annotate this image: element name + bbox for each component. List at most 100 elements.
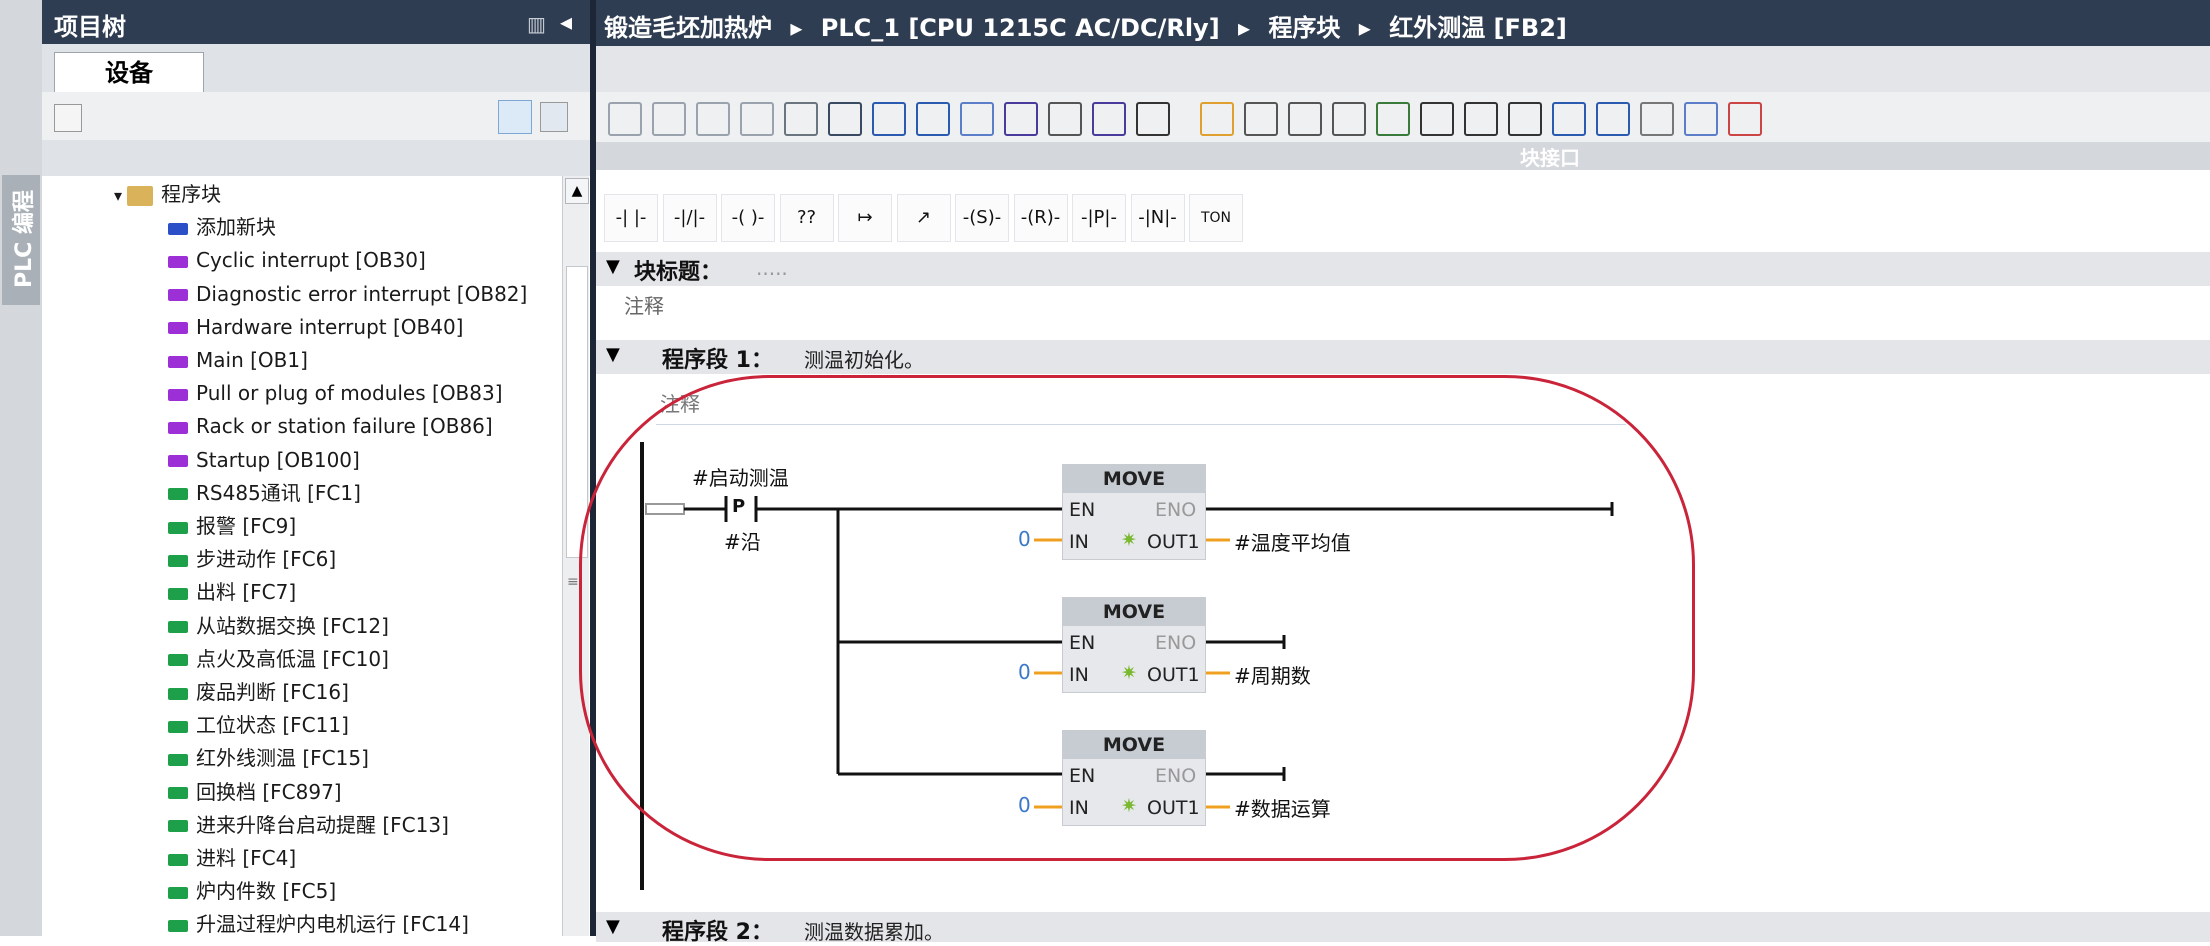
fc-block-icon xyxy=(168,787,188,800)
instruction-button[interactable]: -|N|- xyxy=(1130,194,1185,242)
instruction-button[interactable]: -( )- xyxy=(721,194,775,242)
toolbar-button-icon[interactable] xyxy=(1376,102,1410,136)
tree-item[interactable]: 进料 [FC4] xyxy=(168,842,296,875)
toolbar-button-icon[interactable] xyxy=(1244,102,1278,136)
tree-item-label: 步进动作 [FC6] xyxy=(196,547,337,572)
toolbar-button-icon[interactable] xyxy=(784,102,818,136)
tree-item[interactable]: ▾ 程序块 xyxy=(114,178,221,211)
breadcrumb-sep-icon: ▸ xyxy=(1358,14,1371,42)
tree-item-label: Cyclic interrupt [OB30] xyxy=(196,248,426,273)
tree-item[interactable]: Rack or station failure [OB86] xyxy=(168,410,493,443)
expand-arrow-icon[interactable]: ▼ xyxy=(606,916,620,937)
toolbar-button-icon[interactable] xyxy=(696,102,730,136)
tree-item[interactable]: RS485通讯 [FC1] xyxy=(168,477,361,510)
toolbar-button-icon[interactable] xyxy=(1004,102,1038,136)
toolbar-button-icon[interactable] xyxy=(1464,102,1498,136)
tree-item[interactable]: Hardware interrupt [OB40] xyxy=(168,311,463,344)
tree-item[interactable]: 工位状态 [FC11] xyxy=(168,709,349,742)
expand-arrow-icon[interactable]: ▼ xyxy=(606,344,620,365)
interface-splitter[interactable] xyxy=(596,170,2210,185)
toolbar-button-icon[interactable] xyxy=(872,102,906,136)
tree-list: ▾ 程序块 添加新块 Cyclic interrupt [OB30] Diagnost… xyxy=(42,176,562,936)
toolbar-button-icon[interactable] xyxy=(960,102,994,136)
breadcrumb-block[interactable]: 红外测温 [FB2] xyxy=(1389,14,1567,42)
block-title-value[interactable]: ..... xyxy=(756,256,788,280)
tree-item[interactable]: 进来升降台启动提醒 [FC13] xyxy=(168,809,449,842)
tree-item-label: RS485通讯 [FC1] xyxy=(196,480,361,505)
list-view-icon[interactable] xyxy=(498,100,532,134)
tree-item[interactable]: Cyclic interrupt [OB30] xyxy=(168,244,426,277)
toolbar-button-icon[interactable] xyxy=(1288,102,1322,136)
expand-arrow-icon[interactable]: ▾ xyxy=(114,186,127,205)
scroll-up-icon[interactable]: ▲ xyxy=(565,178,589,204)
instruction-button[interactable]: -(R)- xyxy=(1013,194,1068,242)
split-view-icon[interactable]: ▥ xyxy=(527,12,546,36)
instruction-button[interactable]: -|/|- xyxy=(662,194,717,242)
toolbar-button-icon[interactable] xyxy=(1048,102,1082,136)
tree-spacer xyxy=(42,140,590,176)
tree-item[interactable]: 出料 [FC7] xyxy=(168,576,296,609)
tree-item[interactable]: 步进动作 [FC6] xyxy=(168,543,336,576)
toolbar-button-icon[interactable] xyxy=(1552,102,1586,136)
tree-item[interactable]: 点火及高低温 [FC10] xyxy=(168,643,389,676)
tree-item-label: Diagnostic error interrupt [OB82] xyxy=(196,281,528,306)
toolbar-button-icon[interactable] xyxy=(828,102,862,136)
instruction-button[interactable]: ↗ xyxy=(896,194,951,242)
tree-item-label: 程序块 xyxy=(161,182,222,206)
add-device-icon[interactable] xyxy=(540,102,568,132)
instruction-button[interactable]: TON xyxy=(1189,194,1243,242)
instruction-button[interactable]: -(S)- xyxy=(955,194,1009,242)
project-tree-header: 项目树 ▥ ◂ xyxy=(42,0,590,44)
toolbar-button-icon[interactable] xyxy=(608,102,642,136)
tree-item[interactable]: Diagnostic error interrupt [OB82] xyxy=(168,278,527,311)
breadcrumb-plc[interactable]: PLC_1 [CPU 1215C AC/DC/Rly] xyxy=(821,14,1220,42)
tab-devices[interactable]: 设备 xyxy=(54,52,204,93)
instruction-button[interactable]: -|P|- xyxy=(1072,194,1126,242)
ob-block-icon xyxy=(168,322,188,335)
tree-item-label: 进料 [FC4] xyxy=(196,846,297,870)
tree-item-label: 炉内件数 [FC5] xyxy=(196,879,337,904)
tree-item-label: 从站数据交换 [FC12] xyxy=(196,613,389,638)
tree-item[interactable]: 报警 [FC9] xyxy=(168,510,296,543)
toolbar-button-icon[interactable] xyxy=(652,102,686,136)
tree-item[interactable]: 添加新块 xyxy=(168,211,276,244)
tree-item[interactable]: Startup [OB100] xyxy=(168,444,360,477)
breadcrumb-project[interactable]: 锻造毛坯加热炉 xyxy=(604,14,772,42)
ob-block-icon xyxy=(168,355,188,368)
block-interface-bar[interactable]: 块接口 xyxy=(596,142,2210,170)
toolbar-button-icon[interactable] xyxy=(1596,102,1630,136)
toolbar-button-icon[interactable] xyxy=(740,102,774,136)
tree-item[interactable]: 回换档 [FC897] xyxy=(168,776,342,809)
network-1-description[interactable]: 测温初始化。 xyxy=(804,344,924,373)
toolbar-button-icon[interactable] xyxy=(1200,102,1234,136)
tree-item[interactable]: 废品判断 [FC16] xyxy=(168,676,349,709)
toolbar-button-icon[interactable] xyxy=(1332,102,1366,136)
tree-item[interactable]: 红外线测温 [FC15] xyxy=(168,742,369,775)
collapse-panel-icon[interactable]: ◂ xyxy=(560,8,572,36)
tree-item[interactable]: 从站数据交换 [FC12] xyxy=(168,610,389,643)
instruction-button[interactable]: ↦ xyxy=(838,194,892,242)
instruction-button[interactable]: ?? xyxy=(779,194,834,242)
toolbar-button-icon[interactable] xyxy=(1136,102,1170,136)
tree-item[interactable]: Pull or plug of modules [OB83] xyxy=(168,377,503,410)
tree-item[interactable]: 炉内件数 [FC5] xyxy=(168,875,336,908)
fc-block-icon xyxy=(168,753,188,766)
toolbar-button-icon[interactable] xyxy=(1420,102,1454,136)
fc-block-icon xyxy=(168,488,188,501)
tree-item[interactable]: 升温过程炉内电机运行 [FC14] xyxy=(168,908,469,936)
network-2-description[interactable]: 测温数据累加。 xyxy=(804,916,944,945)
breadcrumb-program-blocks[interactable]: 程序块 xyxy=(1268,14,1340,42)
toolbar-button-icon[interactable] xyxy=(1684,102,1718,136)
block-comment[interactable]: 注释 xyxy=(624,290,664,319)
toolbar-button-icon[interactable] xyxy=(1640,102,1674,136)
toolbar-button-icon[interactable] xyxy=(1728,102,1762,136)
device-overview-icon[interactable] xyxy=(54,104,82,132)
toolbar-button-icon[interactable] xyxy=(1508,102,1542,136)
expand-arrow-icon[interactable]: ▼ xyxy=(606,256,620,277)
toolbar-button-icon[interactable] xyxy=(916,102,950,136)
tree-item[interactable]: Main [OB1] xyxy=(168,344,308,377)
toolbar-button-icon[interactable] xyxy=(1092,102,1126,136)
fc-block-icon xyxy=(168,554,188,567)
instruction-button[interactable]: -| |- xyxy=(604,194,658,242)
editor-toolbar xyxy=(596,92,2210,142)
